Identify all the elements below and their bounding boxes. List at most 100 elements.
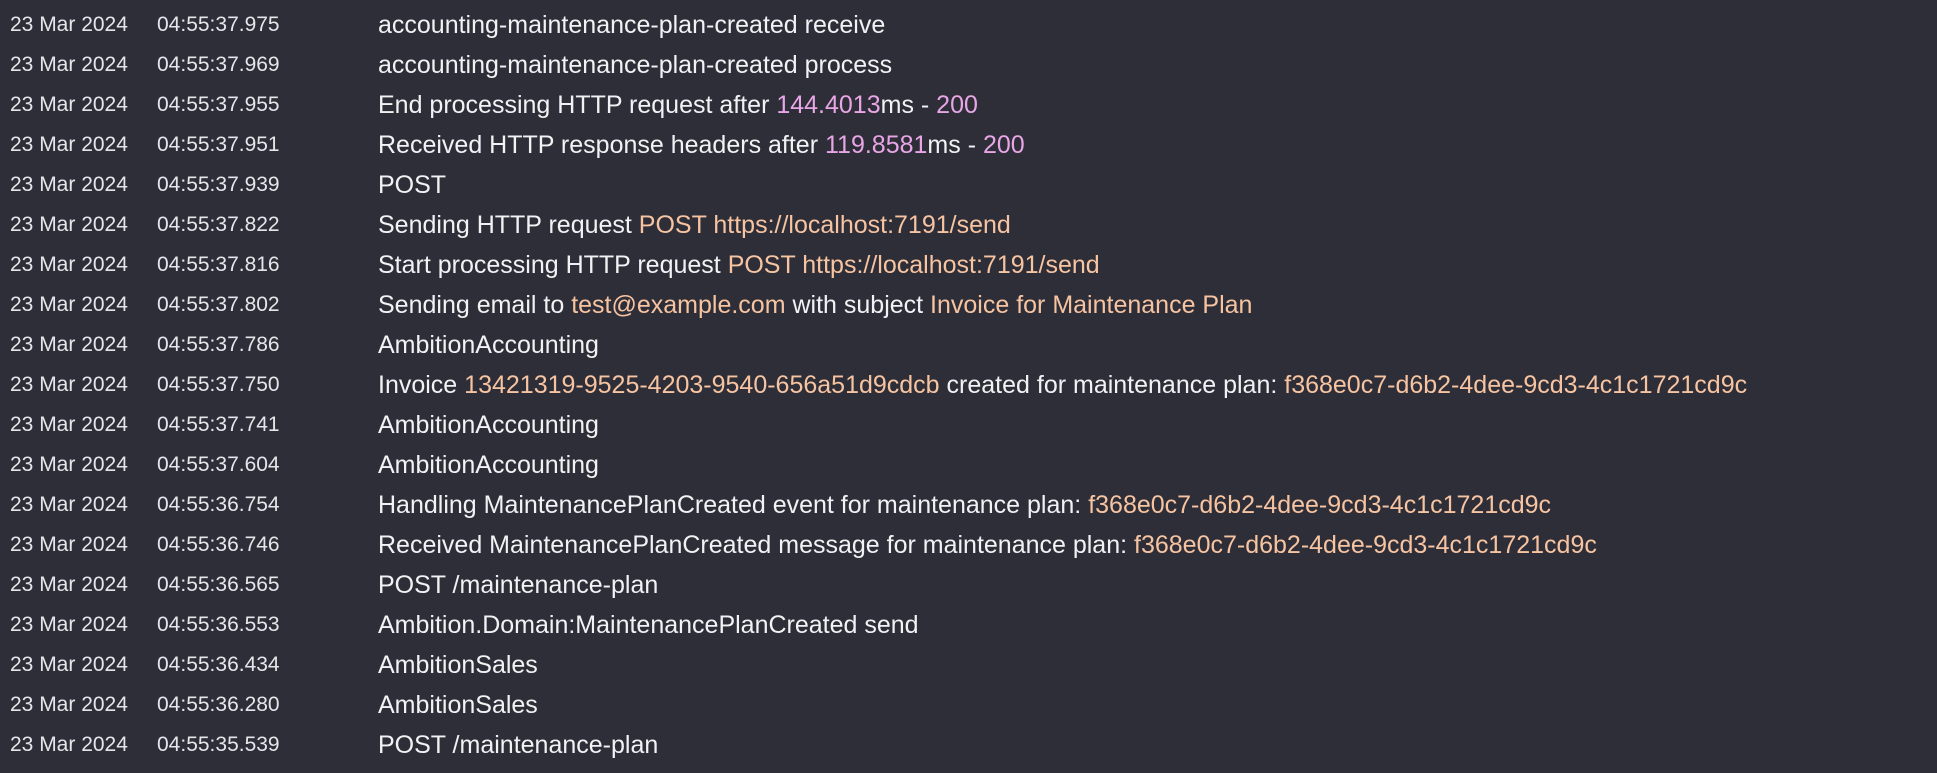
log-time: 04:55:37.741 <box>157 413 280 436</box>
log-message: Start processing HTTP request POST https… <box>378 251 1100 280</box>
log-time: 04:55:37.816 <box>157 253 280 276</box>
log-message: Sending HTTP request POST https://localh… <box>378 211 1011 240</box>
log-message-property: POST <box>638 210 707 239</box>
log-message-text: accounting-maintenance-plan-created rece… <box>378 10 886 39</box>
log-message-text: AmbitionAccounting <box>378 450 599 479</box>
log-message-text: Handling MaintenancePlanCreated event fo… <box>378 490 1089 519</box>
log-row[interactable]: 23 Mar 2024 04:55:37.816 Start processing … <box>0 245 1937 285</box>
log-row[interactable]: 23 Mar 2024 04:55:37.822 Sending HTTP requ… <box>0 205 1937 245</box>
log-row[interactable]: 23 Mar 2024 04:55:37.951 Received HTTP res… <box>0 125 1937 165</box>
log-message: AmbitionSales <box>378 691 538 720</box>
log-date: 23 Mar 2024 <box>10 53 128 76</box>
log-message: accounting-maintenance-plan-created rece… <box>378 11 885 40</box>
log-message-property: Invoice for Maintenance Plan <box>930 290 1253 319</box>
log-row[interactable]: 23 Mar 2024 04:55:36.434 AmbitionSales <box>0 645 1937 685</box>
log-row[interactable]: 23 Mar 2024 04:55:36.553 Ambition.Domain:M… <box>0 605 1937 645</box>
log-row[interactable]: 23 Mar 2024 04:55:37.939 POST <box>0 165 1937 205</box>
log-time: 04:55:37.955 <box>157 93 280 116</box>
log-time: 04:55:36.746 <box>157 533 280 556</box>
log-message: Handling MaintenancePlanCreated event fo… <box>378 491 1551 520</box>
log-row[interactable]: 23 Mar 2024 04:55:37.969 accounting-mainte… <box>0 45 1937 85</box>
log-row[interactable]: 23 Mar 2024 04:55:37.604 AmbitionAccountin… <box>0 445 1937 485</box>
log-time: 04:55:37.802 <box>157 293 280 316</box>
log-message-text: Received MaintenancePlanCreated message … <box>378 530 1135 559</box>
log-date: 23 Mar 2024 <box>10 213 128 236</box>
log-message-text: Ambition.Domain:MaintenancePlanCreated s… <box>378 610 919 639</box>
log-date: 23 Mar 2024 <box>10 173 128 196</box>
log-message-text: Sending HTTP request <box>378 210 639 239</box>
log-message-text: Start processing HTTP request <box>378 250 728 279</box>
log-message-property: test@example.com <box>571 290 786 319</box>
log-message: AmbitionAccounting <box>378 411 599 440</box>
log-message: Sending email to test@example.com with s… <box>378 291 1252 320</box>
log-message-text: End processing HTTP request after <box>378 90 777 119</box>
log-message: Received MaintenancePlanCreated message … <box>378 531 1597 560</box>
log-date: 23 Mar 2024 <box>10 333 128 356</box>
log-row[interactable]: 23 Mar 2024 04:55:36.565 POST /maintenance… <box>0 565 1937 605</box>
log-time: 04:55:37.939 <box>157 173 280 196</box>
log-message-text: ms - <box>880 90 937 119</box>
log-message-text: Received HTTP response headers after <box>378 130 825 159</box>
log-row[interactable]: 23 Mar 2024 04:55:37.741 AmbitionAccountin… <box>0 405 1937 445</box>
log-row[interactable]: 23 Mar 2024 04:55:37.750 Invoice 13421319-… <box>0 365 1937 405</box>
log-date: 23 Mar 2024 <box>10 373 128 396</box>
log-message: Received HTTP response headers after 119… <box>378 131 1025 160</box>
log-time: 04:55:37.969 <box>157 53 280 76</box>
log-time: 04:55:36.434 <box>157 653 280 676</box>
log-message-property: 144.4013 <box>776 90 881 119</box>
log-message: Invoice 13421319-9525-4203-9540-656a51d9… <box>378 371 1747 400</box>
log-message-property: f368e0c7-d6b2-4dee-9cd3-4c1c1721cd9c <box>1284 370 1748 399</box>
log-row[interactable]: 23 Mar 2024 04:55:36.754 Handling Maintena… <box>0 485 1937 525</box>
log-date: 23 Mar 2024 <box>10 493 128 516</box>
log-row[interactable]: 23 Mar 2024 04:55:36.746 Received Maintena… <box>0 525 1937 565</box>
log-message-text: accounting-maintenance-plan-created proc… <box>378 50 893 79</box>
log-date: 23 Mar 2024 <box>10 253 128 276</box>
log-date: 23 Mar 2024 <box>10 573 128 596</box>
log-time: 04:55:37.786 <box>157 333 280 356</box>
log-message-text: AmbitionAccounting <box>378 330 599 359</box>
log-date: 23 Mar 2024 <box>10 413 128 436</box>
log-date: 23 Mar 2024 <box>10 453 128 476</box>
log-row[interactable]: 23 Mar 2024 04:55:37.802 Sending email to … <box>0 285 1937 325</box>
log-row[interactable]: 23 Mar 2024 04:55:37.786 AmbitionAccountin… <box>0 325 1937 365</box>
log-time: 04:55:36.565 <box>157 573 280 596</box>
log-message-property: 119.8581 <box>825 130 928 159</box>
log-message-property: 200 <box>982 130 1025 159</box>
log-time: 04:55:37.604 <box>157 453 280 476</box>
log-time: 04:55:36.553 <box>157 613 280 636</box>
log-message-text: POST /maintenance-plan <box>378 570 659 599</box>
log-message-property: https://localhost:7191/send <box>802 250 1100 279</box>
log-list: 23 Mar 2024 04:55:37.975 accounting-mainte… <box>0 5 1937 765</box>
log-message-text: Sending email to <box>378 290 572 319</box>
log-date: 23 Mar 2024 <box>10 13 128 36</box>
log-message-text: with subject <box>785 290 931 319</box>
log-row[interactable]: 23 Mar 2024 04:55:37.975 accounting-mainte… <box>0 5 1937 45</box>
log-message: AmbitionAccounting <box>378 331 599 360</box>
log-message: AmbitionAccounting <box>378 451 599 480</box>
log-date: 23 Mar 2024 <box>10 653 128 676</box>
log-row[interactable]: 23 Mar 2024 04:55:35.539 POST /maintenance… <box>0 725 1937 765</box>
log-time: 04:55:35.539 <box>157 733 280 756</box>
log-message-text: created for maintenance plan: <box>939 370 1285 399</box>
log-message-property: POST <box>727 250 796 279</box>
log-row[interactable]: 23 Mar 2024 04:55:36.280 AmbitionSales <box>0 685 1937 725</box>
log-time: 04:55:37.951 <box>157 133 280 156</box>
log-message-text: ms - <box>927 130 983 159</box>
log-date: 23 Mar 2024 <box>10 93 128 116</box>
log-time: 04:55:37.975 <box>157 13 280 36</box>
log-message-property: 13421319-9525-4203-9540-656a51d9cdcb <box>464 370 940 399</box>
log-message-text: AmbitionAccounting <box>378 410 599 439</box>
log-date: 23 Mar 2024 <box>10 133 128 156</box>
log-time: 04:55:36.754 <box>157 493 280 516</box>
log-message: End processing HTTP request after 144.40… <box>378 91 978 120</box>
log-message: accounting-maintenance-plan-created proc… <box>378 51 892 80</box>
log-message-text: AmbitionSales <box>378 650 538 679</box>
log-date: 23 Mar 2024 <box>10 533 128 556</box>
log-date: 23 Mar 2024 <box>10 293 128 316</box>
log-message-property: https://localhost:7191/send <box>713 210 1011 239</box>
log-message-text: POST <box>378 170 447 199</box>
log-message-text: AmbitionSales <box>378 690 538 719</box>
log-row[interactable]: 23 Mar 2024 04:55:37.955 End processing HT… <box>0 85 1937 125</box>
log-message-property: f368e0c7-d6b2-4dee-9cd3-4c1c1721cd9c <box>1088 490 1552 519</box>
log-message: POST /maintenance-plan <box>378 731 658 760</box>
